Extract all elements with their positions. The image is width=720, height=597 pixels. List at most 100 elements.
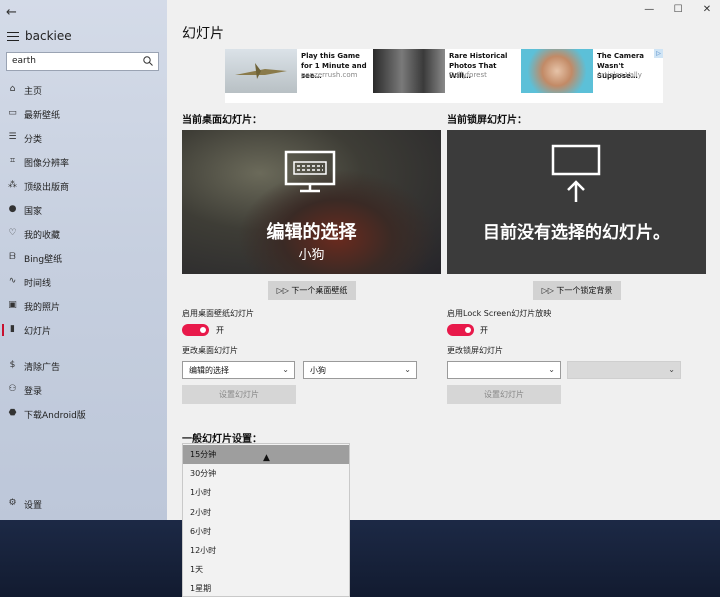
photo-icon: ▣ [8, 300, 17, 310]
sidebar-item-label: 图像分辨率 [24, 159, 70, 169]
close-button[interactable]: ✕ [694, 0, 720, 20]
lock-screen-upload-icon [551, 144, 601, 202]
change-desktop-slideshow-label: 更改桌面幻灯片 [182, 346, 238, 355]
ad-thumbnail [225, 49, 297, 93]
hamburger-menu-icon[interactable] [7, 32, 19, 42]
page-title: 幻灯片 [182, 26, 224, 42]
preview-title: 编辑的选择 [266, 222, 357, 243]
fast-forward-icon: ▷▷ [541, 286, 554, 295]
interval-option[interactable]: 1小时 [183, 483, 349, 502]
sidebar-item-label: 时间线 [24, 279, 52, 289]
interval-option[interactable]: 1天 [183, 560, 349, 579]
sidebar-item-label: 登录 [24, 387, 43, 397]
chevron-down-icon: ⌄ [668, 365, 675, 374]
ad-choices-icon[interactable]: ▷ [654, 49, 663, 58]
sidebar-item[interactable]: ⚇ 登录 [0, 380, 167, 400]
lock-subcategory-select[interactable]: ⌄ [567, 361, 681, 379]
ad-banner[interactable]: Play this Game for 1 Minute and see… pan… [225, 49, 663, 103]
search-icon[interactable] [142, 55, 154, 67]
preview-subtitle: 小狗 [298, 248, 325, 263]
chevron-down-icon: ⌄ [404, 365, 411, 374]
ad-source: Dailyforest [449, 71, 487, 79]
android-icon: ⬣ [8, 408, 17, 418]
sidebar-item[interactable]: ♡ 我的收藏 [0, 224, 167, 244]
lock-slideshow-toggle[interactable] [447, 324, 474, 336]
interval-option[interactable]: 1星期 [183, 579, 349, 596]
sidebar-item[interactable]: ☰ 分类 [0, 128, 167, 148]
next-desktop-wallpaper-button[interactable]: ▷▷ 下一个桌面壁纸 [268, 281, 356, 300]
minimize-button[interactable]: — [636, 0, 662, 20]
window-controls: — ☐ ✕ [636, 0, 720, 20]
desktop-toggle-label: 启用桌面壁纸幻灯片 [182, 309, 254, 318]
sidebar-item[interactable]: ᗷ Bing壁纸 [0, 248, 167, 268]
interval-option[interactable]: 2小时 [183, 503, 349, 522]
ad-source: Articles Vally [597, 71, 642, 79]
sidebar-item-label: 设置 [24, 501, 43, 511]
timeline-icon: ∿ [8, 276, 17, 286]
chevron-down-icon: ⌄ [548, 365, 555, 374]
ad-thumbnail [521, 49, 593, 93]
search-input[interactable]: earth [6, 52, 159, 71]
back-button[interactable]: ← [6, 6, 20, 20]
heart-icon: ♡ [8, 228, 17, 238]
sidebar-item[interactable]: ⬣ 下载Android版 [0, 404, 167, 424]
sidebar-item[interactable]: $ 清除广告 [0, 356, 167, 376]
sidebar-item-label: 分类 [24, 135, 43, 145]
desktop-toggle-state: 开 [216, 326, 224, 335]
gear-icon: ⚙ [8, 498, 17, 508]
maximize-button[interactable]: ☐ [665, 0, 691, 20]
publisher-icon: ⁂ [8, 180, 17, 190]
next-lock-background-label: 下一个锁定背景 [556, 286, 613, 295]
bing-icon: ᗷ [9, 252, 16, 262]
sidebar-item-label: 清除广告 [24, 363, 61, 373]
home-icon: ⌂ [9, 84, 16, 94]
set-desktop-slideshow-button[interactable]: 设置幻灯片 [182, 385, 296, 404]
desktop-slideshow-preview[interactable]: 编辑的选择 小狗 [182, 130, 441, 274]
sidebar-item[interactable]: ▣ 我的照片 [0, 296, 167, 316]
desktop-slideshow-toggle[interactable] [182, 324, 209, 336]
ad-item[interactable]: Rare Historical Photos That Will… Dailyf… [373, 49, 519, 103]
mouse-cursor-icon: ▲ [263, 453, 270, 463]
lock-slideshow-preview[interactable]: 目前没有选择的幻灯片。 [447, 130, 706, 274]
sidebar-item[interactable]: ⌂ 主页 [0, 80, 167, 100]
sidebar-item[interactable]: ∿ 时间线 [0, 272, 167, 292]
desktop-subcategory-select[interactable]: 小狗 ⌄ [303, 361, 417, 379]
fast-forward-icon: ▷▷ [276, 286, 289, 295]
set-lock-slideshow-button[interactable]: 设置幻灯片 [447, 385, 561, 404]
sidebar-item-label: 主页 [24, 87, 43, 97]
app-title: backiee [25, 29, 72, 43]
dollar-icon: $ [9, 360, 16, 370]
interval-dropdown-list[interactable]: 15分钟 30分钟 1小时 2小时 6小时 12小时 1天 1星期 [182, 443, 350, 597]
interval-option[interactable]: 6小时 [183, 522, 349, 541]
app-window: ← backiee earth ⌂ 主页 ▭ 最新壁纸 ☰ 分类 ⌗ 图像分辨率 ⁂ 顶级出版商 ●… [0, 0, 720, 520]
sidebar-item[interactable]: ▮ 幻灯片 [0, 320, 167, 340]
desktop-category-select[interactable]: 编辑的选择 ⌄ [182, 361, 295, 379]
interval-option[interactable]: 30分钟 [183, 464, 349, 483]
sidebar-item-settings[interactable]: ⚙ 设置 [0, 494, 167, 514]
sidebar-item-label: 下载Android版 [24, 411, 86, 421]
main-content: — ☐ ✕ 幻灯片 Play this Game for 1 Minute an… [167, 0, 720, 520]
sidebar-item-label: 幻灯片 [24, 327, 52, 337]
sidebar-item[interactable]: ● 国家 [0, 200, 167, 220]
next-lock-background-button[interactable]: ▷▷ 下一个锁定背景 [533, 281, 621, 300]
select-value: 小狗 [310, 366, 326, 375]
sidebar-item-label: 最新壁纸 [24, 111, 61, 121]
sidebar: ← backiee earth ⌂ 主页 ▭ 最新壁纸 ☰ 分类 ⌗ 图像分辨率 ⁂ 顶级出版商 ●… [0, 0, 167, 520]
crop-icon: ⌗ [9, 156, 16, 166]
sidebar-item[interactable]: ▭ 最新壁纸 [0, 104, 167, 124]
lock-toggle-state: 开 [480, 326, 488, 335]
interval-option[interactable]: 12小时 [183, 541, 349, 560]
ad-item[interactable]: The Camera Wasn't Suppose… Articles Vall… [521, 49, 667, 103]
sidebar-item[interactable]: ⁂ 顶级出版商 [0, 176, 167, 196]
ad-thumbnail [373, 49, 445, 93]
ad-item[interactable]: Play this Game for 1 Minute and see… pan… [225, 49, 371, 103]
sidebar-item-label: 我的照片 [24, 303, 61, 313]
lock-toggle-label: 启用Lock Screen幻灯片放映 [447, 309, 552, 318]
sidebar-item-label: 我的收藏 [24, 231, 61, 241]
sidebar-item-label: Bing壁纸 [24, 255, 63, 265]
sidebar-item[interactable]: ⌗ 图像分辨率 [0, 152, 167, 172]
lock-category-select[interactable]: ⌄ [447, 361, 561, 379]
search-value: earth [12, 56, 36, 66]
image-icon: ▭ [8, 108, 17, 118]
list-icon: ☰ [8, 132, 17, 142]
